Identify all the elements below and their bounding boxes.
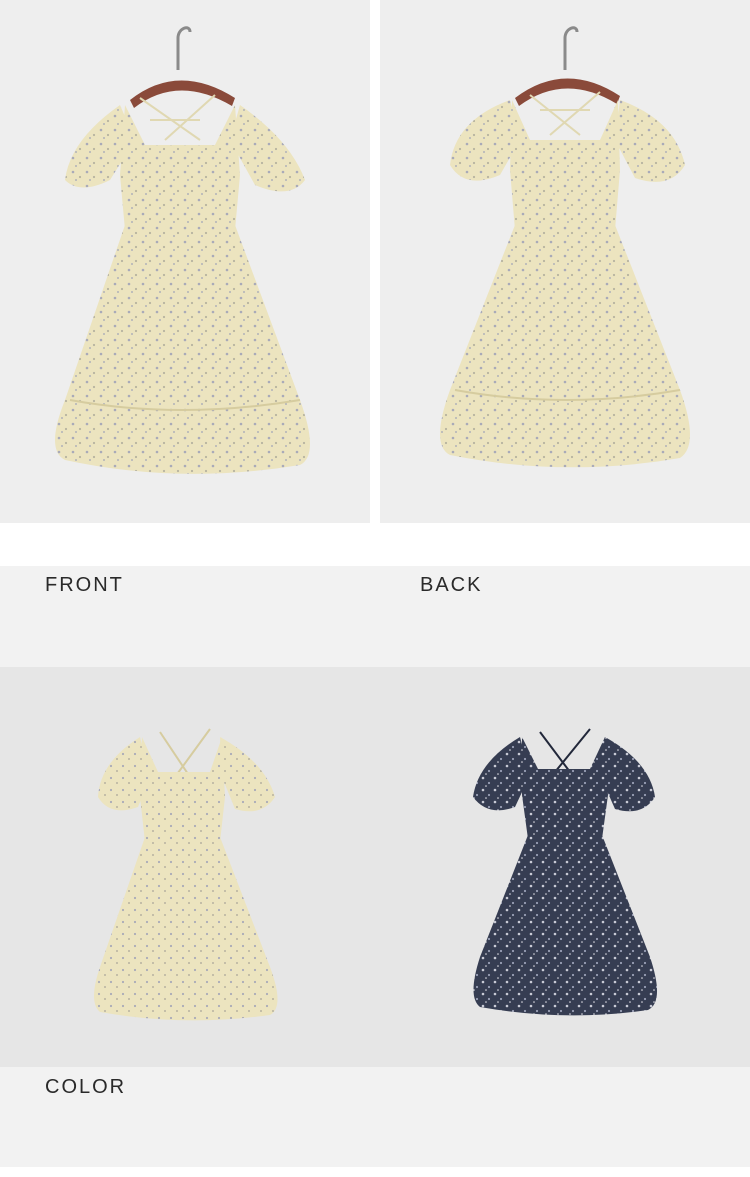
color-label: COLOR xyxy=(45,1076,127,1098)
cream-dress-swatch[interactable] xyxy=(94,728,278,1021)
dress-back-image xyxy=(380,0,750,523)
color-options-area xyxy=(0,667,750,1067)
color-options-image xyxy=(94,728,658,1021)
navy-dress-swatch[interactable] xyxy=(473,728,658,1016)
dress-front-image xyxy=(0,0,370,523)
color-label-band: COLOR xyxy=(0,1067,750,1167)
front-label: FRONT xyxy=(45,574,124,596)
view-labels-band: FRONT BACK xyxy=(0,566,750,667)
front-view-photo xyxy=(0,0,370,523)
back-view-photo xyxy=(380,0,750,523)
back-label: BACK xyxy=(420,574,483,596)
